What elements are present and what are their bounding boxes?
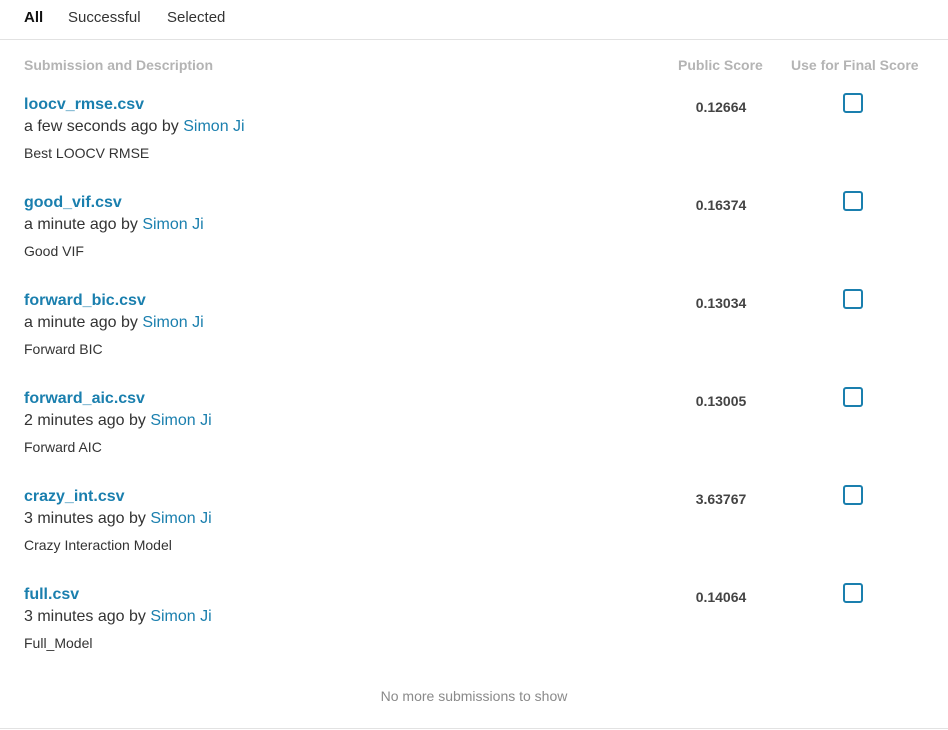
submission-time: a few seconds ago [24,118,158,135]
submission-description: Good VIF [24,243,84,259]
public-score: 0.13005 [695,393,747,409]
use-for-final-score-checkbox[interactable] [843,387,863,407]
tab-all[interactable]: All [24,9,43,26]
submission-time: a minute ago [24,216,117,233]
submission-row: loocv_rmse.csv a few seconds ago by Simo… [0,93,948,194]
public-score: 3.63767 [695,491,747,507]
submission-by: by [161,118,179,135]
submission-row: crazy_int.csv 3 minutes ago by Simon Ji … [0,485,948,586]
submission-row: forward_aic.csv 2 minutes ago by Simon J… [0,387,948,488]
submission-time: a minute ago [24,314,117,331]
submission-file-link[interactable]: crazy_int.csv [24,488,125,506]
submission-time: 3 minutes ago [24,510,125,527]
submission-meta: a minute ago by Simon Ji [24,314,204,332]
use-for-final-score-checkbox[interactable] [843,191,863,211]
submission-column-header: Submission and Description [24,57,214,73]
use-for-final-score-checkbox[interactable] [843,583,863,603]
public-score: 0.16374 [695,197,747,213]
submission-description: Forward BIC [24,341,103,357]
submission-description: Forward AIC [24,439,102,455]
bottom-divider [0,728,948,729]
submission-by: by [128,608,146,625]
no-more-submissions-message: No more submissions to show [380,688,568,704]
submission-by: by [128,510,146,527]
submission-time: 2 minutes ago [24,412,125,429]
submission-file-link[interactable]: full.csv [24,586,79,604]
tab-selected[interactable]: Selected [167,9,225,26]
author-link[interactable]: Simon Ji [183,118,244,135]
author-link[interactable]: Simon Ji [150,510,211,527]
use-for-final-score-checkbox[interactable] [843,485,863,505]
submission-time: 3 minutes ago [24,608,125,625]
tab-successful[interactable]: Successful [68,9,141,26]
submission-meta: 2 minutes ago by Simon Ji [24,412,212,430]
submission-file-link[interactable]: loocv_rmse.csv [24,96,144,114]
submission-row: good_vif.csv a minute ago by Simon Ji Go… [0,191,948,292]
submission-by: by [128,412,146,429]
submission-by: by [120,216,138,233]
submission-by: by [120,314,138,331]
public-score: 0.12664 [695,99,747,115]
submission-meta: a minute ago by Simon Ji [24,216,204,234]
submission-file-link[interactable]: forward_aic.csv [24,390,145,408]
submission-description: Crazy Interaction Model [24,537,172,553]
submission-meta: 3 minutes ago by Simon Ji [24,608,212,626]
submission-row: forward_bic.csv a minute ago by Simon Ji… [0,289,948,390]
public-score-column-header: Public Score [678,57,763,73]
public-score: 0.14064 [695,589,747,605]
author-link[interactable]: Simon Ji [150,412,211,429]
submission-file-link[interactable]: forward_bic.csv [24,292,146,310]
author-link[interactable]: Simon Ji [142,314,203,331]
submission-meta: 3 minutes ago by Simon Ji [24,510,212,528]
public-score: 0.13034 [695,295,747,311]
submission-row: full.csv 3 minutes ago by Simon Ji Full_… [0,583,948,684]
author-link[interactable]: Simon Ji [142,216,203,233]
author-link[interactable]: Simon Ji [150,608,211,625]
final-score-column-header: Use for Final Score [791,57,919,73]
submission-description: Best LOOCV RMSE [24,145,150,161]
submission-filter-tabs: All Successful Selected [0,0,948,40]
use-for-final-score-checkbox[interactable] [843,289,863,309]
submission-meta: a few seconds ago by Simon Ji [24,118,245,136]
submission-description: Full_Model [24,635,93,651]
submission-file-link[interactable]: good_vif.csv [24,194,122,212]
use-for-final-score-checkbox[interactable] [843,93,863,113]
